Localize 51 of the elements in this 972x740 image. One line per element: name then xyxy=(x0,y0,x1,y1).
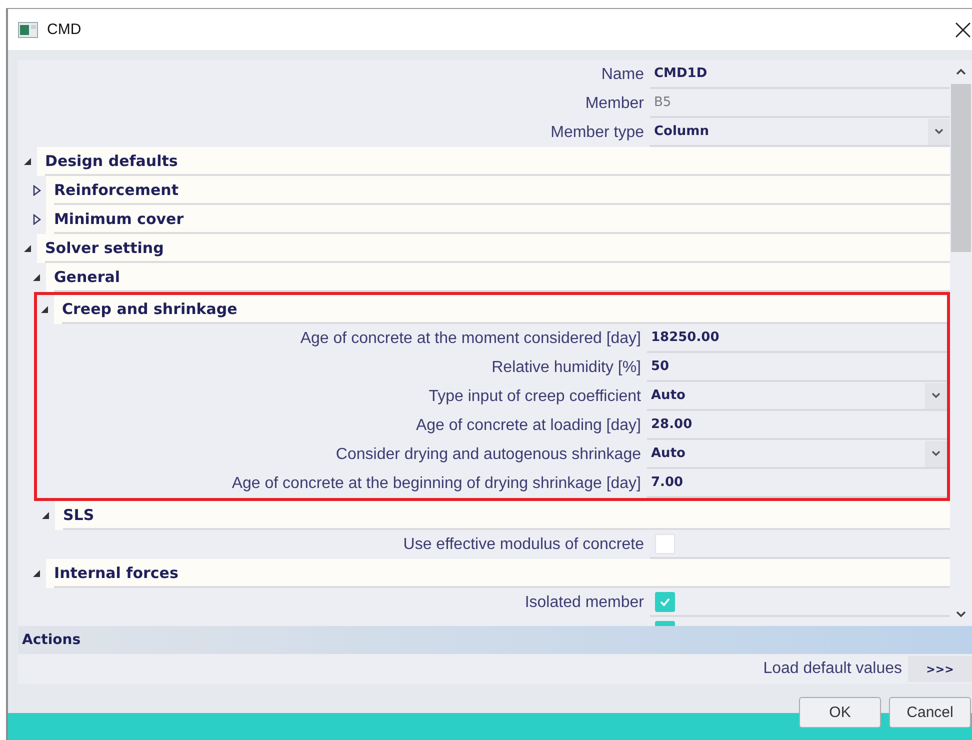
property-label: Consider drying and autogenous shrinkage xyxy=(336,446,641,464)
close-icon[interactable] xyxy=(955,22,971,38)
property-label: Member xyxy=(585,94,644,112)
expanded-triangle-icon[interactable] xyxy=(24,245,31,252)
dropdown[interactable]: Column xyxy=(650,118,950,144)
property-label: Age of concrete at loading [day] xyxy=(416,416,641,434)
cancel-button[interactable]: Cancel xyxy=(889,697,971,728)
property-label: Member type xyxy=(550,124,644,142)
vertical-scrollbar[interactable] xyxy=(950,60,972,626)
expanded-triangle-icon[interactable] xyxy=(33,274,40,281)
property-label: Use effective modulus of concrete xyxy=(403,536,644,554)
value-field[interactable]: 28.00 xyxy=(647,417,692,432)
dropdown[interactable]: Auto xyxy=(647,440,947,466)
group-header[interactable]: Solver setting xyxy=(37,234,950,263)
property-label: Type input of creep coefficient xyxy=(428,388,641,406)
checkbox[interactable] xyxy=(655,534,675,554)
run-button[interactable]: >>> xyxy=(908,656,972,682)
collapsed-triangle-icon[interactable] xyxy=(33,185,41,196)
checkbox[interactable] xyxy=(655,592,675,612)
group-header[interactable]: General xyxy=(46,263,950,292)
expanded-triangle-icon[interactable] xyxy=(33,570,40,577)
chevron-up-icon[interactable] xyxy=(955,68,967,76)
ok-button[interactable]: OK xyxy=(799,697,881,728)
property-label: Age of concrete at the beginning of drying shrinkage [day] xyxy=(232,474,641,492)
chevron-down-icon[interactable] xyxy=(931,392,941,399)
window-icon xyxy=(18,22,38,38)
property-label: Name xyxy=(601,66,644,84)
group-header[interactable]: Design defaults xyxy=(37,147,950,176)
property-label: Age of concrete at the moment considered [day] xyxy=(300,330,641,348)
group-header[interactable]: Minimum cover xyxy=(46,205,950,234)
window-title: CMD xyxy=(47,21,82,38)
dropdown[interactable]: Auto xyxy=(647,382,947,408)
expanded-triangle-icon[interactable] xyxy=(42,512,49,519)
expanded-triangle-icon[interactable] xyxy=(41,306,48,313)
group-header[interactable]: Reinforcement xyxy=(46,176,950,205)
property-label: Isolated member xyxy=(524,594,644,612)
value-field[interactable]: CMD1D xyxy=(650,66,708,81)
expanded-triangle-icon[interactable] xyxy=(24,158,31,165)
value-field[interactable]: 50 xyxy=(647,359,670,374)
collapsed-triangle-icon[interactable] xyxy=(33,214,41,225)
chevron-down-icon[interactable] xyxy=(931,450,941,457)
group-header[interactable]: Internal forces xyxy=(46,559,950,588)
section-header: Actions xyxy=(18,626,972,654)
value-field[interactable]: 18250.00 xyxy=(647,330,720,345)
chevron-down-icon[interactable] xyxy=(955,610,967,618)
value-field[interactable]: 7.00 xyxy=(647,475,684,490)
group-header[interactable]: Creep and shrinkage xyxy=(54,295,947,324)
action-label: Load default values xyxy=(763,660,902,678)
property-label: Relative humidity [%] xyxy=(492,358,641,376)
chevron-down-icon[interactable] xyxy=(934,128,944,135)
group-header[interactable]: SLS xyxy=(55,501,950,530)
